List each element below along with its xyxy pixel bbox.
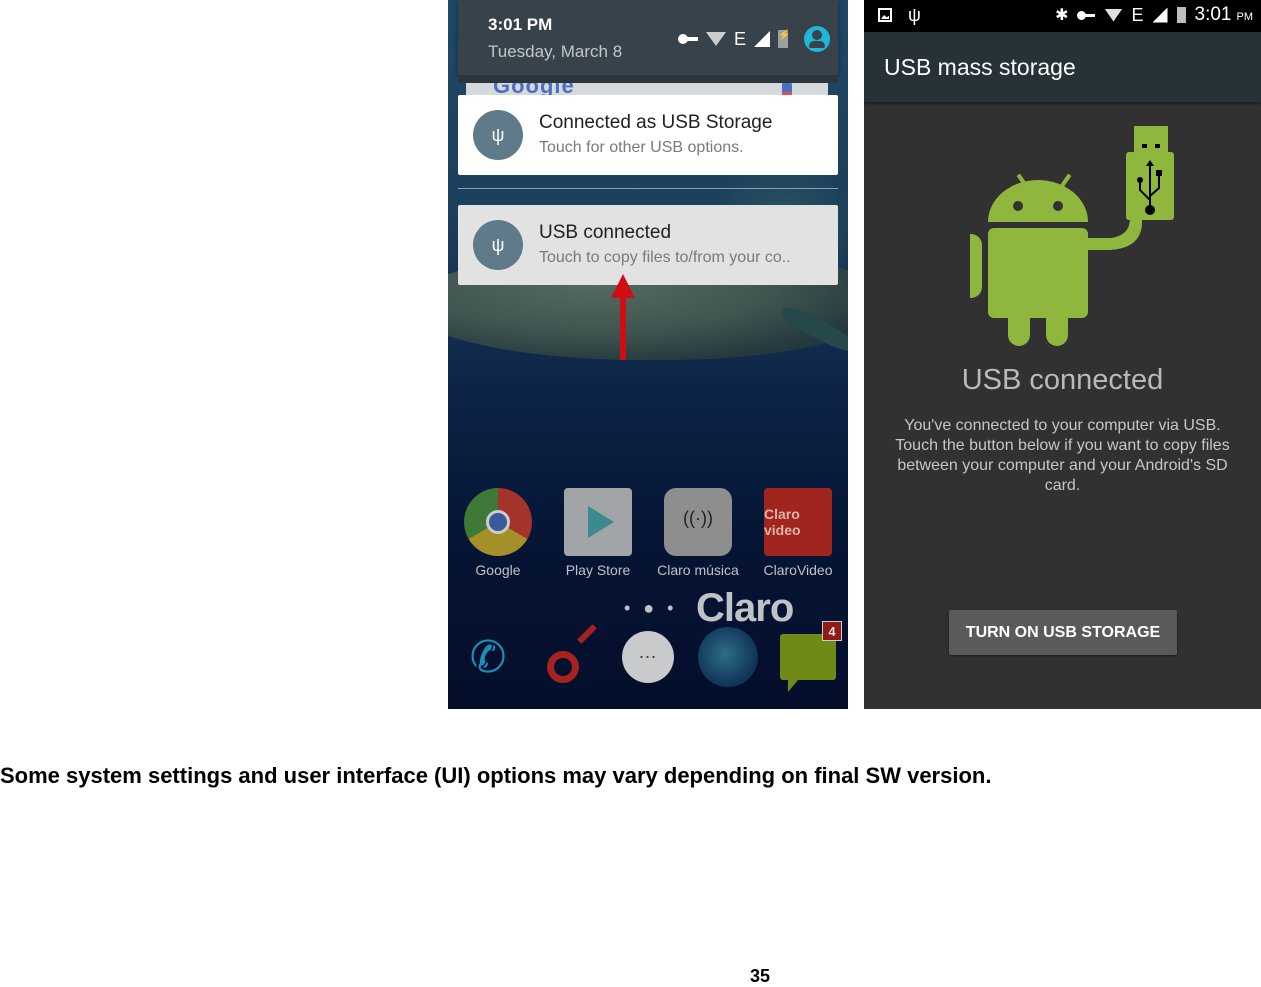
claro-rays <box>577 624 597 644</box>
usb-mass-storage-screenshot: ψ ✱ E 3:01 PM USB mass storage USB conne… <box>864 0 1261 709</box>
user-account-icon[interactable] <box>804 26 831 52</box>
usb-plug-tip <box>1134 126 1168 154</box>
wifi-icon <box>706 32 726 46</box>
app-claro-video[interactable]: Claro video ClaroVideo <box>753 488 843 578</box>
usb-icon: ψ <box>473 110 523 160</box>
globe-icon <box>698 627 758 687</box>
vpn-key-icon <box>1077 10 1096 20</box>
android-head <box>988 180 1088 222</box>
app-label: Play Store <box>565 562 631 578</box>
android-arm-right <box>1088 218 1142 250</box>
shade-date: Tuesday, March 8 <box>488 42 623 61</box>
dock-phone[interactable]: ✆ <box>456 625 520 689</box>
battery-charging-icon <box>778 30 790 48</box>
notification-subtitle: Touch for other USB options. <box>539 139 744 156</box>
edge-network-icon: E <box>1131 4 1144 25</box>
bluetooth-icon: ✱ <box>1055 7 1069 24</box>
app-label: Google <box>475 562 521 578</box>
quick-settings-header[interactable]: 3:01 PM Tuesday, March 8 E <box>458 0 838 75</box>
android-eye-left <box>1013 201 1023 211</box>
red-arrow-head <box>611 274 635 298</box>
play-store-icon <box>564 488 632 556</box>
app-play-store[interactable]: Play Store <box>553 488 643 578</box>
android-usb-illustration <box>970 126 1174 346</box>
android-eye-right <box>1053 201 1063 211</box>
usb-connected-description: You've connected to your computer via US… <box>895 417 1230 494</box>
app-bar-title: USB mass storage <box>884 54 1076 80</box>
android-leg-left <box>1008 308 1030 346</box>
usb-connected-heading: USB connected <box>961 364 1164 396</box>
chrome-icon <box>464 488 532 556</box>
claro-icon <box>547 651 579 683</box>
app-claro-musica[interactable]: Claro música <box>653 488 743 578</box>
disclaimer-text: Some system settings and user interface … <box>0 763 992 788</box>
dock-browser[interactable] <box>696 625 760 689</box>
screenshot-icon <box>878 8 892 22</box>
home-screen-apps: Google Play Store Claro música Claro vid… <box>448 488 848 578</box>
signal-icon <box>1152 7 1168 23</box>
app-google[interactable]: Google <box>453 488 543 578</box>
edge-network-icon: E <box>734 29 747 49</box>
wifi-icon <box>1104 8 1123 22</box>
battery-charging-icon <box>1176 7 1186 23</box>
shade-status-icons: E <box>678 26 831 52</box>
shade-time: 3:01 PM <box>488 15 553 34</box>
notification-title: USB connected <box>539 222 672 243</box>
shade-header-handle[interactable] <box>458 75 838 83</box>
app-bar: USB mass storage <box>864 32 1261 102</box>
android-body <box>988 228 1088 318</box>
notification-title: Connected as USB Storage <box>539 112 773 133</box>
signal-icon <box>754 31 771 47</box>
notification-divider <box>458 188 838 189</box>
phone-icon: ✆ <box>469 632 507 682</box>
app-drawer-icon: ⋯ <box>622 631 674 683</box>
status-bar: ψ ✱ E 3:01 PM <box>864 0 1261 32</box>
page-indicator: • ● • <box>624 598 678 618</box>
dock-claro[interactable] <box>536 624 600 689</box>
vpn-key-icon <box>678 34 700 44</box>
turn-on-usb-storage-button[interactable]: TURN ON USB STORAGE <box>949 610 1177 655</box>
notification-usb-connected[interactable]: ψ USB connected Touch to copy files to/f… <box>458 205 838 285</box>
claro-video-icon: Claro video <box>764 488 832 556</box>
claro-musica-icon <box>664 488 732 556</box>
notification-shade-screenshot: Google 3:01 PM Tuesday, March 8 E ψ Conn… <box>448 0 848 709</box>
usb-icon: ψ <box>473 220 523 270</box>
dock-all-apps[interactable]: ⋯ <box>616 625 680 689</box>
app-label: ClaroVideo <box>763 562 833 578</box>
notification-usb-storage[interactable]: ψ Connected as USB Storage Touch for oth… <box>458 95 838 175</box>
unread-badge: 4 <box>822 621 842 641</box>
red-arrow-shaft <box>620 296 626 360</box>
dock-messaging[interactable]: 4 <box>776 621 842 692</box>
app-label: Claro música <box>657 562 739 578</box>
usb-icon: ψ <box>908 5 921 25</box>
android-arm-left <box>970 234 982 298</box>
notification-subtitle: Touch to copy files to/from your co.. <box>539 249 791 266</box>
android-leg-right <box>1046 308 1068 346</box>
status-ampm: PM <box>1236 11 1254 23</box>
home-dock: ✆ ⋯ 4 <box>448 621 848 692</box>
status-time: 3:01 <box>1194 4 1232 25</box>
